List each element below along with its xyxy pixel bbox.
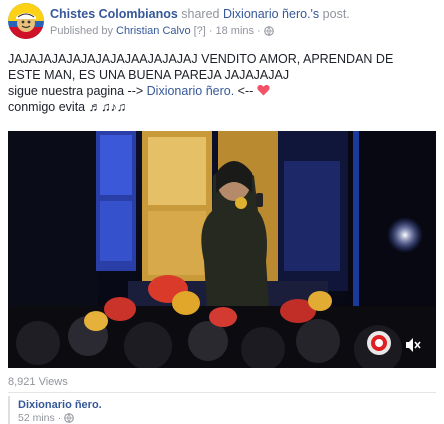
post-line-4: conmigo evita ♬♫♪♫ — [8, 100, 127, 114]
post-line-3-prefix: sigue nuestra pagina --> — [8, 84, 147, 98]
page-name-link[interactable]: Chistes Colombianos — [50, 7, 178, 21]
separator-dot: · — [208, 25, 213, 37]
channel-logo-icon — [367, 331, 391, 355]
original-time-text[interactable]: 52 mins — [18, 412, 55, 424]
post-line-3-suffix: <-- — [234, 84, 257, 98]
page-avatar[interactable] — [8, 3, 44, 39]
shared-text: shared — [181, 7, 220, 21]
shared-post-indicator — [8, 396, 10, 424]
publisher-link[interactable]: Christian Calvo — [116, 25, 191, 37]
heart-icon — [257, 84, 270, 96]
view-count: 8,921 Views — [8, 376, 68, 388]
post-line-2: ESTE MAN, ES UNA BUENA PAREJA JAJAJAJAJ — [8, 68, 290, 82]
globe-icon — [64, 413, 75, 423]
share-headline: Chistes Colombianos shared Dixionario ñe… — [50, 7, 350, 21]
shared-source-link[interactable]: Dixionario ñero.'s — [223, 7, 319, 21]
original-page-link[interactable]: Dixionario ñero. — [18, 399, 102, 411]
globe-icon — [263, 26, 274, 36]
divider — [8, 392, 436, 393]
colombia-flag-avatar-icon — [8, 3, 44, 39]
post-time[interactable]: 18 mins — [216, 25, 255, 37]
separator-dot: · — [257, 25, 261, 37]
published-by-label: Published by — [50, 25, 113, 37]
volume-mute-icon[interactable] — [404, 336, 422, 354]
separator-dot: · — [57, 412, 62, 424]
video-player[interactable] — [8, 131, 436, 368]
page-mention-link[interactable]: Dixionario ñero. — [147, 84, 235, 98]
post-line-3: sigue nuestra pagina --> Dixionario ñero… — [8, 83, 436, 99]
help-mark[interactable]: [?] — [194, 25, 206, 37]
original-post-time: 52 mins · — [18, 412, 75, 424]
post-message: JAJAJAJAJAJAJAJAJAAJAJAJAJ VENDITO AMOR,… — [8, 51, 436, 115]
post-line-1: JAJAJAJAJAJAJAJAJAAJAJAJAJ VENDITO AMOR,… — [8, 52, 394, 66]
publish-info: Published by Christian Calvo [?] · 18 mi… — [50, 25, 274, 37]
post-word: post. — [322, 7, 350, 21]
post-header: Chistes Colombianos shared Dixionario ñe… — [0, 0, 444, 40]
